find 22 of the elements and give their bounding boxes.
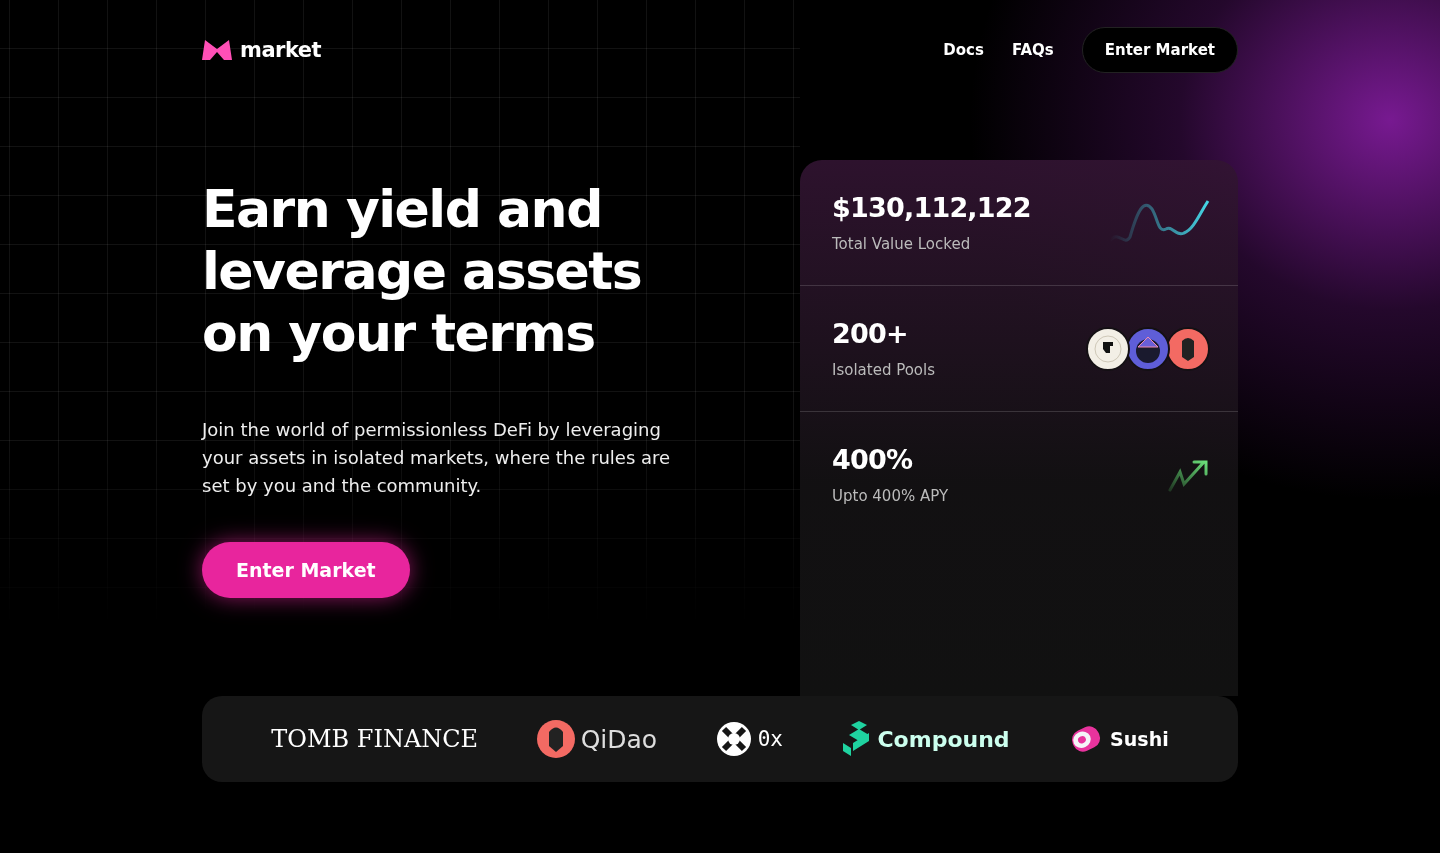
brand-name: market [240,38,322,62]
logo-icon [202,40,232,60]
partner-name: QiDao [580,724,658,754]
stat-value: $130,112,122 [832,192,1032,223]
nav-link[interactable]: FAQs [1011,41,1054,59]
zerox-logo-icon [715,721,752,757]
bearded-face-icon [536,720,575,758]
stacked-blocks-icon [841,721,872,757]
nav-link[interactable]: Docs [943,41,984,59]
hero-description: Join the world of permissionless DeFi by leveraging your assets in isolated markets, where the rules are set by you and the community. [202,418,672,498]
partner-name: Compound [877,726,1010,752]
enter-market-button[interactable]: Enter Market [202,542,410,598]
partner-name: TOMB FINANCE [271,725,479,753]
partner-name: Sushi [1110,728,1169,750]
stat-label: Upto 400% APY [832,487,950,505]
stat-label: Isolated Pools [832,361,937,379]
stat-label: Total Value Locked [832,235,972,253]
stat-value: 400% [832,444,914,475]
stat-value: 200+ [832,318,909,349]
enter-market-button[interactable]: Enter Market [1081,27,1238,73]
partner-name: 0x [757,727,783,751]
hero-title: Earn yield and leverage assets on your terms [202,178,643,364]
